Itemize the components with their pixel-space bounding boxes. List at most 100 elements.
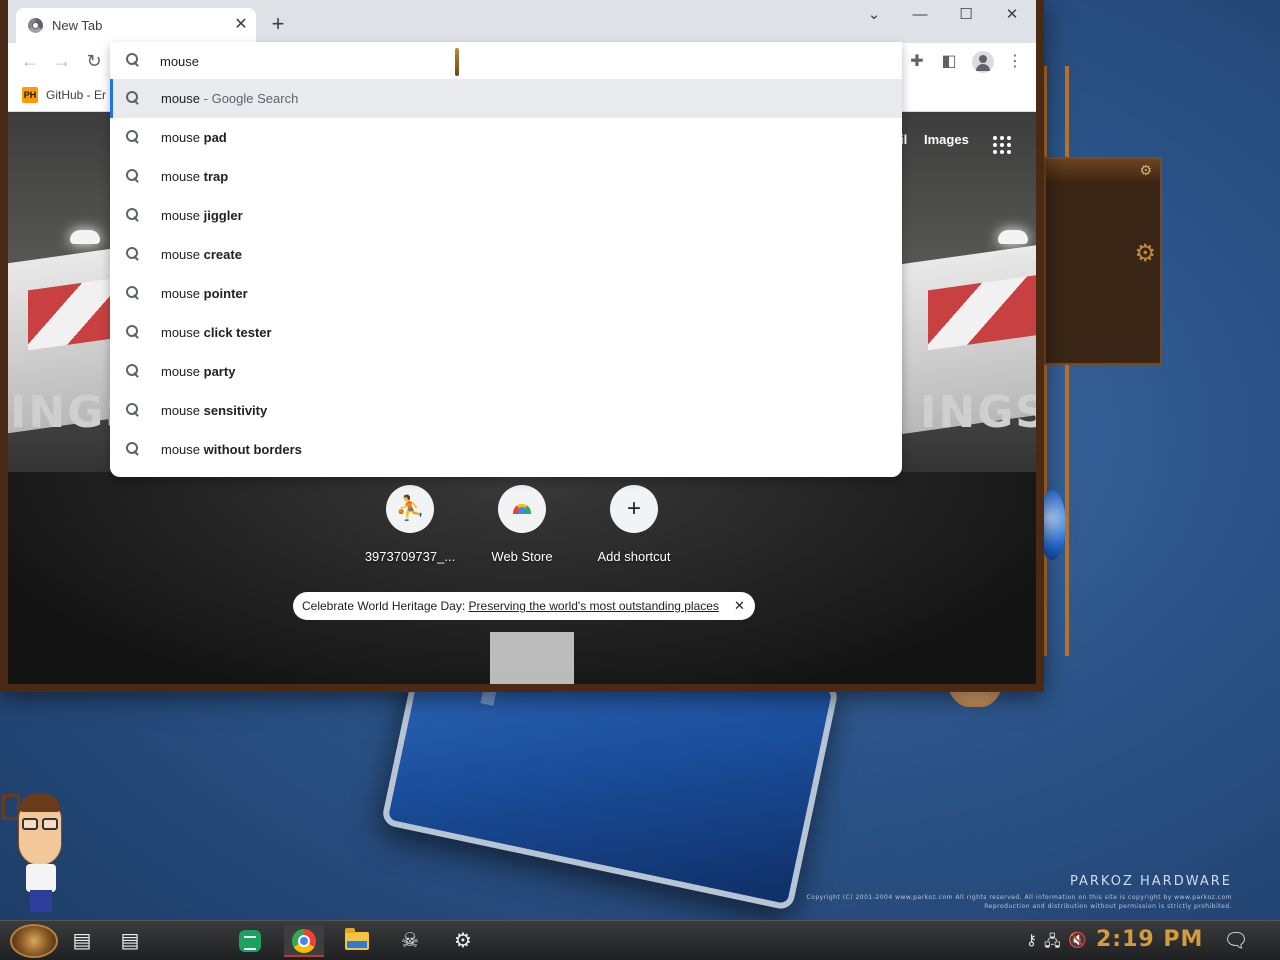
suggestion-completion: pad	[203, 130, 227, 145]
skull-app-icon[interactable]: ☠	[390, 925, 430, 957]
suggestion-text: mouse - Google Search	[161, 79, 298, 118]
suggestion-item[interactable]: mouse sensitivity	[110, 391, 902, 430]
tray-key-icon[interactable]: ⚷	[1026, 931, 1037, 949]
suggestion-text: mouse party	[161, 352, 235, 391]
settings-gear-icon[interactable]: ⚙	[443, 925, 483, 957]
search-icon	[126, 364, 140, 378]
more-menu-icon[interactable]: ⋮	[1004, 51, 1026, 73]
background-word-right: INGS	[920, 387, 1036, 438]
background-lamp-left	[70, 230, 100, 244]
taskbar-clock[interactable]: 2:19 PM	[1096, 927, 1203, 952]
suggestion-text: mouse without borders	[161, 430, 302, 469]
forward-arrow-icon[interactable]: →	[52, 51, 72, 71]
add-shortcut-button[interactable]: + Add shortcut	[578, 485, 690, 564]
suggestion-completion: without borders	[203, 442, 302, 457]
suggestion-item[interactable]: mouse click tester	[110, 313, 902, 352]
wallpaper-copyright-line1: Copyright (C) 2001-2004 www.parkoz.com A…	[806, 894, 1232, 901]
suggestion-item[interactable]: mouse party	[110, 352, 902, 391]
suggestion-completion: trap	[203, 169, 229, 184]
shortcut-tile-1[interactable]: ⛹ 3973709737_...	[354, 485, 466, 564]
suggestion-text: mouse pointer	[161, 274, 248, 313]
reload-icon[interactable]: ↻	[84, 51, 104, 71]
suggestion-completion: create	[203, 247, 242, 262]
suggestion-text: mouse sensitivity	[161, 391, 267, 430]
side-panel-icon[interactable]: ◧	[938, 51, 960, 73]
wallpaper-copyright-line2: Reproduction and distribution without pe…	[984, 903, 1232, 910]
suggestion-text: mouse create	[161, 235, 242, 274]
taskbar-file-explorer[interactable]	[337, 925, 377, 957]
start-button[interactable]	[10, 924, 58, 958]
search-icon	[126, 403, 140, 417]
suggestion-completion: jiggler	[203, 208, 243, 223]
search-icon	[126, 91, 140, 105]
maximize-button[interactable]: ☐	[943, 4, 989, 26]
search-icon	[126, 286, 140, 300]
promo-close-button[interactable]: ✕	[734, 592, 745, 620]
suggestion-text: mouse click tester	[161, 313, 272, 352]
new-tab-button[interactable]: +	[268, 13, 288, 35]
notes-app-2-icon[interactable]: ▤	[110, 925, 150, 957]
network-icon[interactable]: 🖧	[1044, 931, 1061, 956]
suggestion-item[interactable]: mouse pointer	[110, 274, 902, 313]
bookmark-github[interactable]: GitHub - Er	[46, 88, 106, 102]
suggestion-query: mouse	[161, 91, 201, 106]
suggestion-query: mouse	[161, 208, 204, 223]
suggestion-item[interactable]: mouse jiggler	[110, 196, 902, 235]
search-icon	[126, 130, 140, 144]
chrome-favicon-icon	[28, 18, 43, 33]
back-arrow-icon[interactable]: ←	[20, 51, 40, 71]
shortcut-web-store[interactable]: Web Store	[466, 485, 578, 564]
shortcut-label: Add shortcut	[597, 549, 671, 564]
suggestion-completion: click tester	[203, 325, 272, 340]
mouse-cursor-icon	[455, 48, 459, 76]
suggestion-query: mouse	[161, 286, 204, 301]
search-icon	[126, 53, 140, 67]
suggestion-list: mouse - Google Search mouse pad mouse trap…	[110, 79, 902, 469]
notes-app-icon[interactable]: ▤	[62, 925, 102, 957]
minimize-button[interactable]: —	[897, 4, 943, 26]
promo-text: Celebrate World Heritage Day:	[302, 599, 469, 613]
person-silhouette-icon: ⛹	[395, 495, 425, 522]
chrome-icon	[292, 929, 316, 953]
suggestion-suffix: - Google Search	[200, 91, 299, 106]
profile-avatar-icon[interactable]	[972, 51, 994, 73]
plus-icon: +	[626, 495, 641, 522]
suggestion-query: mouse	[161, 247, 204, 262]
tab-close-button[interactable]: ✕	[232, 16, 250, 34]
tab-search-chevron-icon[interactable]: ⌄	[851, 4, 897, 26]
search-icon	[126, 169, 140, 183]
extensions-puzzle-icon[interactable]: ✚	[906, 51, 928, 73]
promo-banner: Celebrate World Heritage Day: Preserving…	[293, 592, 755, 620]
address-bar-input[interactable]	[160, 50, 860, 72]
suggestion-query: mouse	[161, 442, 204, 457]
suggestion-text: mouse trap	[161, 157, 228, 196]
close-window-button[interactable]: ✕	[989, 4, 1035, 26]
background-patch	[490, 632, 574, 684]
taskbar-chrome[interactable]	[284, 925, 324, 957]
suggestion-item[interactable]: mouse pad	[110, 118, 902, 157]
desktop-character-hank[interactable]	[2, 792, 70, 918]
bookmark-favicon: PH	[22, 87, 38, 103]
volume-muted-icon[interactable]: 🔇	[1068, 931, 1087, 949]
suggestion-item[interactable]: mouse - Google Search	[110, 79, 902, 118]
taskbar: ▤ ▤ ☠ ⚙ ⚷ 🖧 🔇 2:19 PM 🗨	[0, 920, 1280, 960]
shortcut-icon: ⛹	[386, 485, 434, 533]
promo-link[interactable]: Preserving the world's most outstanding …	[469, 599, 719, 613]
google-apps-icon[interactable]	[993, 136, 1011, 154]
notifications-icon[interactable]: 🗨	[1220, 925, 1252, 952]
suggestion-item[interactable]: mouse without borders	[110, 430, 902, 469]
suggestion-item[interactable]: mouse trap	[110, 157, 902, 196]
suggestion-item[interactable]: mouse create	[110, 235, 902, 274]
folder-icon	[345, 928, 369, 950]
tab-new-tab[interactable]: New Tab ✕	[16, 8, 256, 43]
suggestion-completion: party	[203, 364, 236, 379]
gear-icon[interactable]: ⚙	[1139, 162, 1152, 179]
title-bar[interactable]: New Tab ✕ + ⌄ — ☐ ✕	[8, 0, 1036, 43]
tab-title: New Tab	[52, 18, 103, 33]
omnibox-row	[110, 42, 902, 80]
images-link[interactable]: Images	[924, 132, 969, 147]
suggestion-query: mouse	[161, 364, 204, 379]
suggestion-query: mouse	[161, 130, 204, 145]
background-lamp-right	[998, 230, 1028, 244]
taskbar-sheets[interactable]	[230, 925, 270, 957]
